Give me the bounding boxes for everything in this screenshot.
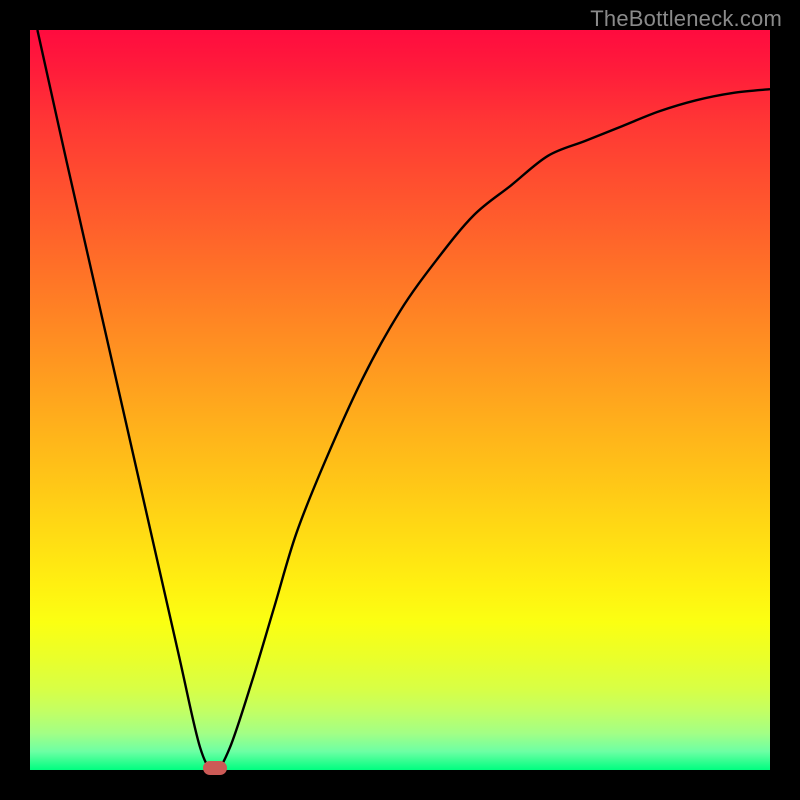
chart-curve	[37, 30, 770, 770]
plot-area	[30, 30, 770, 770]
watermark-text: TheBottleneck.com	[590, 6, 782, 32]
chart-curve-svg	[30, 30, 770, 770]
chart-frame: TheBottleneck.com	[0, 0, 800, 800]
chart-marker	[203, 761, 227, 775]
